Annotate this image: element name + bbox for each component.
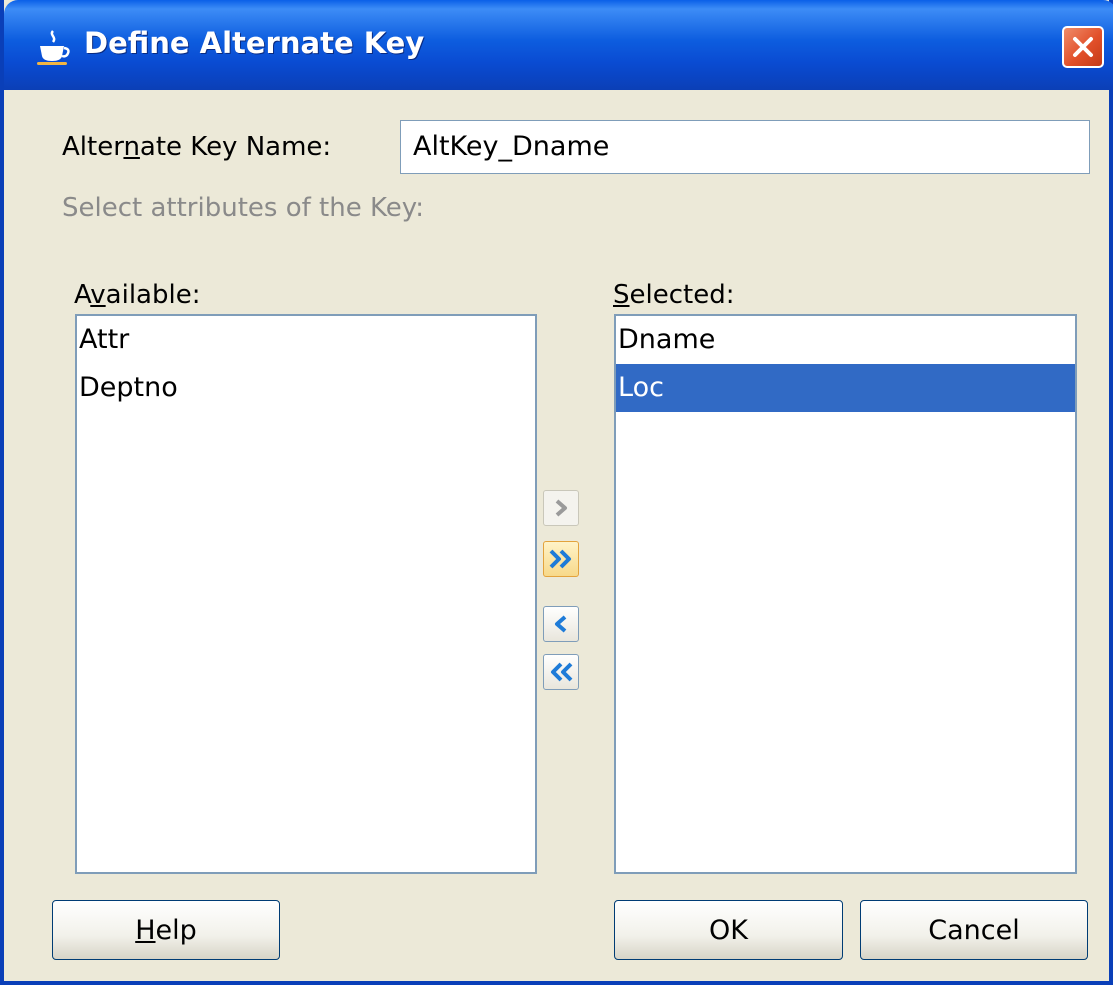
selected-list[interactable]: Dname Loc (614, 314, 1077, 874)
close-icon (1073, 37, 1093, 57)
select-attributes-hint: Select attributes of the Key: (62, 193, 424, 223)
selected-label: Selected: (613, 280, 735, 310)
add-all-button[interactable] (543, 541, 579, 577)
available-list[interactable]: Attr Deptno (75, 314, 537, 874)
chevron-right-icon (555, 499, 567, 517)
list-item-selected[interactable]: Loc (616, 364, 1075, 412)
available-label: Available: (74, 280, 201, 310)
remove-button[interactable] (543, 606, 579, 642)
help-button[interactable]: Help (52, 900, 280, 960)
define-alternate-key-dialog: Define Alternate Key Alternate Key Name:… (0, 0, 1113, 985)
list-item[interactable]: Attr (77, 316, 535, 364)
java-cup-icon (37, 30, 70, 65)
add-button[interactable] (543, 490, 579, 526)
title-bar[interactable]: Define Alternate Key (4, 0, 1113, 90)
list-item[interactable]: Dname (616, 316, 1075, 364)
alternate-key-name-label: Alternate Key Name: (62, 132, 332, 162)
double-chevron-right-icon (549, 549, 571, 569)
ok-button[interactable]: OK (614, 900, 843, 960)
close-button[interactable] (1062, 26, 1104, 68)
remove-all-button[interactable] (543, 654, 579, 690)
dialog-title: Define Alternate Key (84, 26, 425, 60)
alternate-key-name-input[interactable]: AltKey_Dname (400, 120, 1090, 174)
list-item[interactable]: Deptno (77, 364, 535, 412)
chevron-left-icon (555, 615, 567, 633)
double-chevron-left-icon (551, 662, 573, 682)
cancel-button[interactable]: Cancel (860, 900, 1088, 960)
